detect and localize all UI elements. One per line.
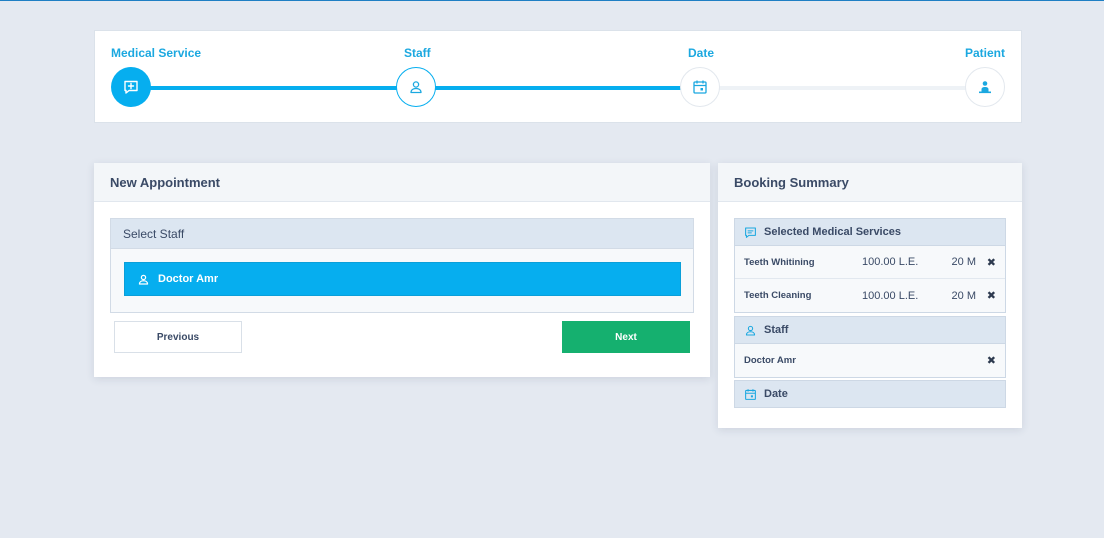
staff-heading-label: Staff bbox=[764, 324, 789, 336]
step-label-staff: Staff bbox=[404, 46, 431, 60]
next-button[interactable]: Next bbox=[562, 321, 690, 353]
user-icon bbox=[138, 274, 149, 285]
service-price: 100.00 L.E. bbox=[862, 289, 919, 302]
date-heading: Date bbox=[734, 380, 1006, 408]
selected-services-heading: Selected Medical Services bbox=[734, 218, 1006, 246]
booking-stepper: Medical Service Staff Date Patient bbox=[94, 30, 1022, 123]
progress-track-done-2 bbox=[435, 86, 681, 90]
step-label-medical-service: Medical Service bbox=[111, 46, 202, 60]
staff-option-label: Doctor Amr bbox=[158, 273, 219, 285]
progress-track-todo bbox=[718, 86, 968, 90]
date-heading-label: Date bbox=[764, 388, 788, 400]
medical-chat-icon bbox=[124, 80, 138, 94]
summary-title: Booking Summary bbox=[718, 163, 1022, 202]
remove-staff-icon[interactable]: ✖ bbox=[987, 354, 996, 367]
select-staff-heading: Select Staff bbox=[111, 219, 693, 249]
calendar-icon bbox=[693, 80, 707, 94]
selected-services-label: Selected Medical Services bbox=[764, 226, 901, 238]
staff-summary-row: Doctor Amr ✖ bbox=[735, 344, 1005, 377]
remove-service-icon[interactable]: ✖ bbox=[987, 289, 996, 302]
service-price: 100.00 L.E. bbox=[862, 256, 919, 268]
previous-button[interactable]: Previous bbox=[114, 321, 242, 353]
remove-service-icon[interactable]: ✖ bbox=[987, 256, 996, 269]
card-title: New Appointment bbox=[94, 163, 710, 202]
booking-summary-card: Booking Summary Selected Medical Service… bbox=[718, 163, 1022, 428]
step-patient[interactable] bbox=[965, 67, 1005, 107]
step-label-date: Date bbox=[688, 46, 715, 60]
staff-heading: Staff bbox=[734, 316, 1006, 344]
user-icon bbox=[410, 81, 422, 94]
staff-option-doctor-amr[interactable]: Doctor Amr bbox=[124, 262, 681, 296]
select-staff-panel: Select Staff Doctor Amr bbox=[110, 218, 694, 313]
step-label-patient: Patient bbox=[964, 46, 1005, 60]
new-appointment-card: New Appointment Select Staff Doctor Amr … bbox=[94, 163, 710, 377]
patient-icon bbox=[979, 81, 991, 94]
service-name: Teeth Whitining bbox=[744, 256, 815, 268]
service-row: Teeth Cleaning 100.00 L.E. 20 M ✖ bbox=[735, 279, 1005, 312]
service-name: Teeth Cleaning bbox=[744, 290, 812, 301]
progress-track-done-1 bbox=[131, 86, 416, 90]
step-date[interactable] bbox=[680, 67, 720, 107]
step-staff[interactable] bbox=[396, 67, 436, 107]
calendar-icon bbox=[745, 388, 756, 400]
service-duration: 20 M bbox=[951, 256, 976, 268]
step-medical-service[interactable] bbox=[111, 67, 151, 107]
user-icon bbox=[745, 325, 756, 335]
service-row: Teeth Whitining 100.00 L.E. 20 M ✖ bbox=[735, 246, 1005, 279]
staff-summary: Doctor Amr ✖ bbox=[734, 344, 1006, 378]
staff-summary-name: Doctor Amr bbox=[744, 355, 796, 366]
chat-icon bbox=[745, 227, 756, 238]
services-list: Teeth Whitining 100.00 L.E. 20 M ✖ Teeth… bbox=[734, 246, 1006, 313]
service-duration: 20 M bbox=[951, 289, 976, 302]
